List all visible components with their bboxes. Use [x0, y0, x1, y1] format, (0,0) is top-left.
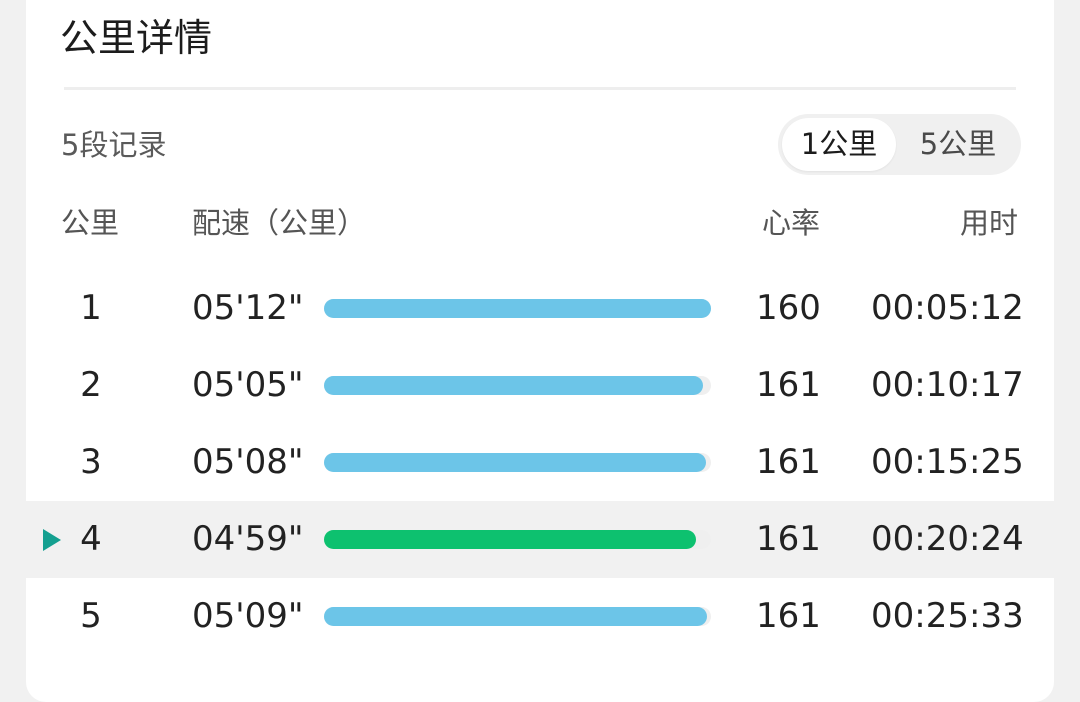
pace-bar — [324, 299, 711, 318]
column-header-heart-rate: 心率 — [762, 206, 821, 240]
row-km: 1 — [80, 288, 102, 328]
row-pace: 05'12" — [192, 288, 304, 328]
row-pace: 05'05" — [192, 365, 304, 405]
row-heart-rate: 161 — [756, 442, 821, 482]
row-time: 00:15:25 — [871, 442, 1024, 482]
km-row[interactable]: 1 05'12" 160 00:05:12 — [26, 270, 1054, 347]
km-row[interactable]: 2 05'05" 161 00:10:17 — [26, 347, 1054, 424]
km-row[interactable]: 3 05'08" 161 00:15:25 — [26, 424, 1054, 501]
row-km: 5 — [80, 596, 102, 636]
pace-bar — [324, 607, 708, 626]
row-heart-rate: 161 — [756, 519, 821, 559]
distance-toggle: 1公里 5公里 — [778, 114, 1021, 175]
column-header-pace: 配速（公里） — [192, 206, 367, 240]
toggle-5km[interactable]: 5公里 — [898, 118, 1018, 171]
row-heart-rate: 161 — [756, 365, 821, 405]
row-pace: 04'59" — [192, 519, 304, 559]
pace-bar-track — [324, 530, 711, 549]
column-header-time: 用时 — [960, 206, 1019, 240]
row-pace: 05'09" — [192, 596, 304, 636]
km-row-fastest[interactable]: 4 04'59" 161 00:20:24 — [26, 501, 1054, 578]
row-heart-rate: 160 — [756, 288, 821, 328]
fastest-marker-icon — [43, 529, 61, 551]
row-pace: 05'08" — [192, 442, 304, 482]
records-count: 5段记录 — [61, 128, 167, 162]
pace-bar-track — [324, 453, 711, 472]
pace-bar — [324, 453, 706, 472]
card-title: 公里详情 — [60, 16, 213, 60]
row-time: 00:25:33 — [871, 596, 1024, 636]
pace-bar — [324, 530, 696, 549]
pace-bar — [324, 376, 704, 395]
km-row[interactable]: 5 05'09" 161 00:25:33 — [26, 578, 1054, 655]
pace-bar-track — [324, 299, 711, 318]
row-time: 00:10:17 — [871, 365, 1024, 405]
row-km: 2 — [80, 365, 102, 405]
km-details-card: 公里详情 5段记录 1公里 5公里 公里 配速（公里） 心率 用时 1 05'1… — [26, 0, 1054, 702]
row-time: 00:20:24 — [871, 519, 1024, 559]
row-km: 4 — [80, 519, 102, 559]
row-time: 00:05:12 — [871, 288, 1024, 328]
row-km: 3 — [80, 442, 102, 482]
pace-bar-track — [324, 376, 711, 395]
pace-bar-track — [324, 607, 711, 626]
row-heart-rate: 161 — [756, 596, 821, 636]
toggle-1km[interactable]: 1公里 — [782, 118, 896, 171]
divider — [64, 87, 1016, 90]
column-header-km: 公里 — [61, 206, 120, 240]
